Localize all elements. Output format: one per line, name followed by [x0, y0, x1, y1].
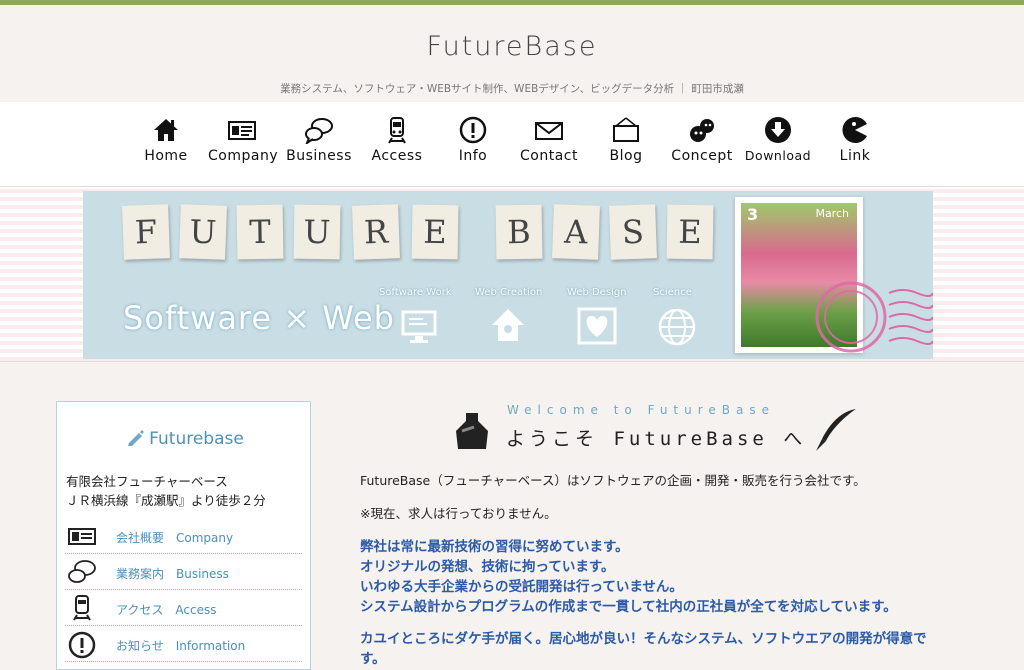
nav-item-link[interactable]: Link	[834, 116, 876, 164]
nav-item-info[interactable]: Info	[450, 116, 496, 164]
quill-pen-icon	[816, 409, 856, 451]
banner-letter-tile: A	[552, 204, 600, 260]
banner-letter-tile: B	[495, 204, 543, 260]
nav-item-company[interactable]: Company	[208, 116, 279, 164]
feature-line: オリジナルの発想、技術に拘っています。	[360, 559, 615, 575]
banner-letter-tile: F	[122, 204, 170, 260]
company-name: 有限会社フューチャーベース	[66, 474, 228, 489]
exclamation-icon	[459, 116, 487, 144]
signboard-icon	[613, 117, 639, 142]
train-icon	[388, 117, 406, 144]
stamp-month: March	[815, 207, 849, 220]
ink-bottle-icon	[456, 413, 488, 449]
main-navigation: Home Company Business Access Info Contac…	[0, 102, 1024, 186]
heart-frame-icon	[577, 307, 617, 345]
monitor-icon	[401, 310, 437, 343]
welcome-subtitle: Welcome to FutureBase	[507, 403, 776, 417]
banner-letter-tile: S	[609, 204, 657, 260]
home-icon	[154, 119, 178, 141]
nav-label: Link	[839, 148, 871, 164]
banner-letter-tile: E	[666, 204, 714, 260]
nav-item-blog[interactable]: Blog	[604, 116, 648, 164]
nav-item-access[interactable]: Access	[364, 116, 430, 164]
nav-label: Blog	[609, 148, 643, 164]
sidebar-title: Futurebase	[57, 427, 312, 449]
exclamation-icon	[68, 631, 96, 659]
hero-banner-area: F U T U R E B A S E Software × Web Softw…	[0, 186, 1024, 362]
access-text: ＪＲ横浜線『成瀬駅』より徒歩２分	[66, 493, 266, 508]
nav-item-home[interactable]: Home	[140, 116, 192, 164]
banner-category-label: Web Design	[567, 287, 627, 298]
feature-line: 弊社は常に最新技術の習得に努めています。	[360, 539, 629, 555]
banner-category-label: Software Work	[379, 287, 452, 298]
feature-line: いわゆる大手企業からの受託開発は行っていません。	[360, 579, 683, 595]
nav-item-concept[interactable]: Concept	[668, 116, 736, 164]
sidebar: Futurebase 有限会社フューチャーベース ＪＲ横浜線『成瀬駅』より徒歩２…	[56, 401, 311, 670]
concept-icon	[690, 119, 714, 142]
sidebar-title-text: Futurebase	[149, 429, 244, 449]
intro-text: FutureBase（フューチャーベース）はソフトウェアの企画・開発・販売を行う…	[360, 473, 866, 488]
nav-label: Business	[286, 148, 352, 164]
hero-banner: F U T U R E B A S E Software × Web Softw…	[83, 191, 933, 359]
site-logo[interactable]: FutureBase	[0, 31, 1024, 62]
download-icon	[765, 117, 791, 143]
banner-letter-tile: E	[411, 204, 459, 260]
nav-label: Contact	[520, 148, 578, 164]
sidebar-item-information[interactable]: お知らせ Information	[65, 626, 302, 662]
sidebar-item-label: お知らせ Information	[116, 639, 246, 653]
feature-line: システム設計からプログラムの作成まで一貫して社内の正社員が全てを対応しています。	[360, 599, 897, 615]
postmark-icon	[815, 281, 933, 353]
link-icon	[842, 117, 867, 143]
nav-item-business[interactable]: Business	[286, 116, 352, 164]
id-card-icon	[228, 121, 256, 140]
banner-letter-tile: U	[179, 204, 227, 260]
sidebar-item-company[interactable]: 会社概要 Company	[65, 518, 302, 554]
sidebar-item-label: 業務案内 Business	[116, 567, 229, 581]
banner-letter-tile: U	[293, 204, 341, 260]
birdhouse-icon	[492, 309, 524, 341]
feature-line: す。	[360, 651, 386, 667]
nav-label: Home	[144, 148, 188, 164]
banner-letter-tile: T	[236, 204, 284, 260]
nav-label: Concept	[671, 148, 733, 164]
globe-icon	[658, 308, 696, 346]
pencil-icon	[128, 430, 145, 446]
notice-text: ※現在、求人は行っておりません。	[360, 506, 557, 521]
nav-label: Download	[744, 148, 812, 163]
banner-software-web-text: Software × Web	[123, 299, 395, 337]
site-header: FutureBase 業務システム、ソフトウェア・WEBサイト制作、WEBデザイ…	[0, 5, 1024, 102]
sidebar-item-label: 会社概要 Company	[116, 531, 234, 545]
envelope-icon	[535, 122, 563, 140]
sidebar-item-access[interactable]: アクセス Access	[65, 590, 302, 626]
train-icon	[73, 595, 91, 621]
nav-item-contact[interactable]: Contact	[516, 116, 582, 164]
nav-label: Info	[458, 148, 488, 164]
banner-category-label: Web Creation	[475, 287, 543, 298]
chat-bubbles-icon	[305, 118, 333, 144]
chat-bubbles-icon	[68, 560, 96, 583]
nav-label: Company	[208, 148, 279, 164]
banner-letter-tile: R	[352, 204, 400, 260]
nav-item-download[interactable]: Download	[744, 116, 812, 163]
sidebar-item-label: アクセス Access	[116, 603, 217, 617]
site-tagline: 業務システム、ソフトウェア・WEBサイト制作、WEBデザイン、ビッグデータ分析 …	[280, 83, 744, 95]
banner-category-label: Science	[653, 287, 692, 298]
feature-line: カユイところにダケ手が届く。居心地が良い！そんなシステム、ソフトウエアの開発が得…	[360, 631, 927, 647]
id-card-icon	[68, 528, 96, 545]
welcome-heading: ようこそ FutureBase へ	[506, 428, 807, 450]
stamp-number: 3	[747, 205, 759, 224]
sidebar-item-business[interactable]: 業務案内 Business	[65, 554, 302, 590]
nav-label: Access	[371, 148, 423, 164]
